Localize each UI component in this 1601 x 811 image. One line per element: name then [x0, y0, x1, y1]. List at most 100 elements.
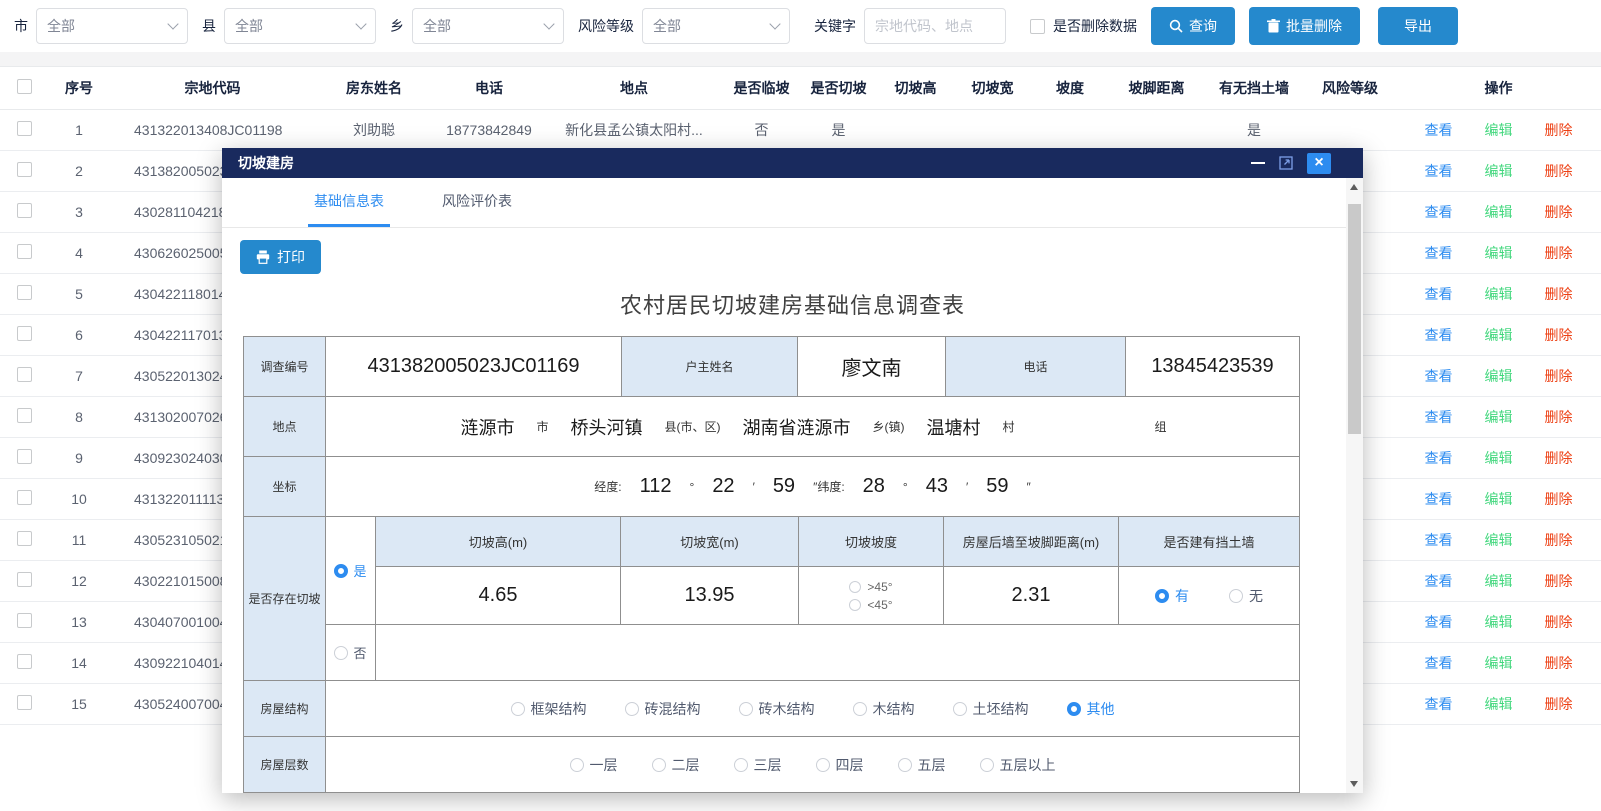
- view-link[interactable]: 查看: [1425, 161, 1453, 181]
- row-checkbox[interactable]: [17, 162, 32, 177]
- view-link[interactable]: 查看: [1425, 202, 1453, 222]
- view-link[interactable]: 查看: [1425, 571, 1453, 591]
- edit-link[interactable]: 编辑: [1485, 120, 1513, 140]
- edit-link[interactable]: 编辑: [1485, 489, 1513, 509]
- tab-risk-evaluation[interactable]: 风险评价表: [436, 178, 518, 227]
- delete-link[interactable]: 删除: [1545, 161, 1573, 181]
- row-checkbox[interactable]: [17, 613, 32, 628]
- delete-link[interactable]: 删除: [1545, 448, 1573, 468]
- deleted-data-checkbox[interactable]: [1030, 19, 1045, 34]
- view-link[interactable]: 查看: [1425, 448, 1453, 468]
- edit-link[interactable]: 编辑: [1485, 653, 1513, 673]
- row-checkbox[interactable]: [17, 490, 32, 505]
- structure-option-brick-concrete[interactable]: 砖混结构: [625, 699, 701, 719]
- edit-link[interactable]: 编辑: [1485, 448, 1513, 468]
- row-checkbox[interactable]: [17, 285, 32, 300]
- row-checkbox[interactable]: [17, 203, 32, 218]
- city-select[interactable]: 全部: [36, 8, 188, 44]
- view-link[interactable]: 查看: [1425, 407, 1453, 427]
- structure-option-wood[interactable]: 木结构: [853, 699, 915, 719]
- row-checkbox[interactable]: [17, 244, 32, 259]
- slope-no-option[interactable]: 否: [326, 625, 376, 680]
- structure-option-other[interactable]: 其他: [1067, 699, 1115, 719]
- delete-link[interactable]: 删除: [1545, 120, 1573, 140]
- township-select[interactable]: 全部: [412, 8, 564, 44]
- structure-option-adobe[interactable]: 土坯结构: [953, 699, 1029, 719]
- edit-link[interactable]: 编辑: [1485, 161, 1513, 181]
- floors-option-5plus[interactable]: 五层以上: [980, 755, 1056, 775]
- row-checkbox[interactable]: [17, 531, 32, 546]
- delete-link[interactable]: 删除: [1545, 489, 1573, 509]
- view-link[interactable]: 查看: [1425, 530, 1453, 550]
- edit-link[interactable]: 编辑: [1485, 407, 1513, 427]
- dialog-scrollbar[interactable]: [1346, 178, 1363, 793]
- angle-gt45-option[interactable]: >45°: [849, 580, 892, 594]
- view-link[interactable]: 查看: [1425, 653, 1453, 673]
- wall-no-option[interactable]: 无: [1229, 586, 1263, 606]
- row-checkbox[interactable]: [17, 449, 32, 464]
- delete-link[interactable]: 删除: [1545, 612, 1573, 632]
- delete-link[interactable]: 删除: [1545, 571, 1573, 591]
- row-checkbox[interactable]: [17, 121, 32, 136]
- floors-option-3[interactable]: 三层: [734, 755, 782, 775]
- floors-option-5[interactable]: 五层: [898, 755, 946, 775]
- view-link[interactable]: 查看: [1425, 612, 1453, 632]
- query-button[interactable]: 查询: [1151, 7, 1235, 45]
- delete-link[interactable]: 删除: [1545, 366, 1573, 386]
- minimize-icon[interactable]: [1251, 162, 1265, 164]
- tab-basic-info[interactable]: 基础信息表: [308, 178, 390, 227]
- print-button[interactable]: 打印: [240, 240, 321, 274]
- structure-option-brick-wood[interactable]: 砖木结构: [739, 699, 815, 719]
- view-link[interactable]: 查看: [1425, 120, 1453, 140]
- wall-yes-option[interactable]: 有: [1155, 586, 1189, 606]
- row-checkbox[interactable]: [17, 572, 32, 587]
- close-icon[interactable]: ×: [1307, 153, 1331, 174]
- risk-level-select[interactable]: 全部: [642, 8, 790, 44]
- delete-link[interactable]: 删除: [1545, 407, 1573, 427]
- scroll-up-icon[interactable]: [1350, 184, 1358, 190]
- delete-link[interactable]: 删除: [1545, 243, 1573, 263]
- dialog-titlebar[interactable]: 切坡建房 ×: [222, 148, 1363, 178]
- delete-link[interactable]: 删除: [1545, 325, 1573, 345]
- view-link[interactable]: 查看: [1425, 243, 1453, 263]
- edit-link[interactable]: 编辑: [1485, 571, 1513, 591]
- print-button-label: 打印: [277, 247, 305, 267]
- row-checkbox[interactable]: [17, 326, 32, 341]
- scrollbar-thumb[interactable]: [1348, 204, 1361, 434]
- edit-link[interactable]: 编辑: [1485, 284, 1513, 304]
- row-checkbox[interactable]: [17, 408, 32, 423]
- edit-link[interactable]: 编辑: [1485, 612, 1513, 632]
- delete-link[interactable]: 删除: [1545, 202, 1573, 222]
- delete-link[interactable]: 删除: [1545, 284, 1573, 304]
- view-link[interactable]: 查看: [1425, 694, 1453, 714]
- row-checkbox[interactable]: [17, 654, 32, 669]
- edit-link[interactable]: 编辑: [1485, 325, 1513, 345]
- angle-lt45-option[interactable]: <45°: [849, 598, 892, 612]
- row-checkbox[interactable]: [17, 695, 32, 710]
- edit-link[interactable]: 编辑: [1485, 694, 1513, 714]
- keyword-input[interactable]: [864, 8, 1006, 44]
- view-link[interactable]: 查看: [1425, 366, 1453, 386]
- structure-option-frame[interactable]: 框架结构: [511, 699, 587, 719]
- view-link[interactable]: 查看: [1425, 489, 1453, 509]
- edit-link[interactable]: 编辑: [1485, 243, 1513, 263]
- edit-link[interactable]: 编辑: [1485, 202, 1513, 222]
- delete-link[interactable]: 删除: [1545, 653, 1573, 673]
- maximize-icon[interactable]: [1279, 156, 1293, 170]
- delete-link[interactable]: 删除: [1545, 694, 1573, 714]
- edit-link[interactable]: 编辑: [1485, 366, 1513, 386]
- floors-option-1[interactable]: 一层: [570, 755, 618, 775]
- select-all-checkbox[interactable]: [17, 79, 32, 94]
- view-link[interactable]: 查看: [1425, 284, 1453, 304]
- batch-delete-button[interactable]: 批量删除: [1249, 7, 1360, 45]
- view-link[interactable]: 查看: [1425, 325, 1453, 345]
- delete-link[interactable]: 删除: [1545, 530, 1573, 550]
- county-select[interactable]: 全部: [224, 8, 376, 44]
- export-button[interactable]: 导出: [1378, 7, 1458, 45]
- row-checkbox[interactable]: [17, 367, 32, 382]
- slope-yes-option[interactable]: 是: [326, 517, 376, 624]
- edit-link[interactable]: 编辑: [1485, 530, 1513, 550]
- scroll-down-icon[interactable]: [1350, 781, 1358, 787]
- floors-option-4[interactable]: 四层: [816, 755, 864, 775]
- floors-option-2[interactable]: 二层: [652, 755, 700, 775]
